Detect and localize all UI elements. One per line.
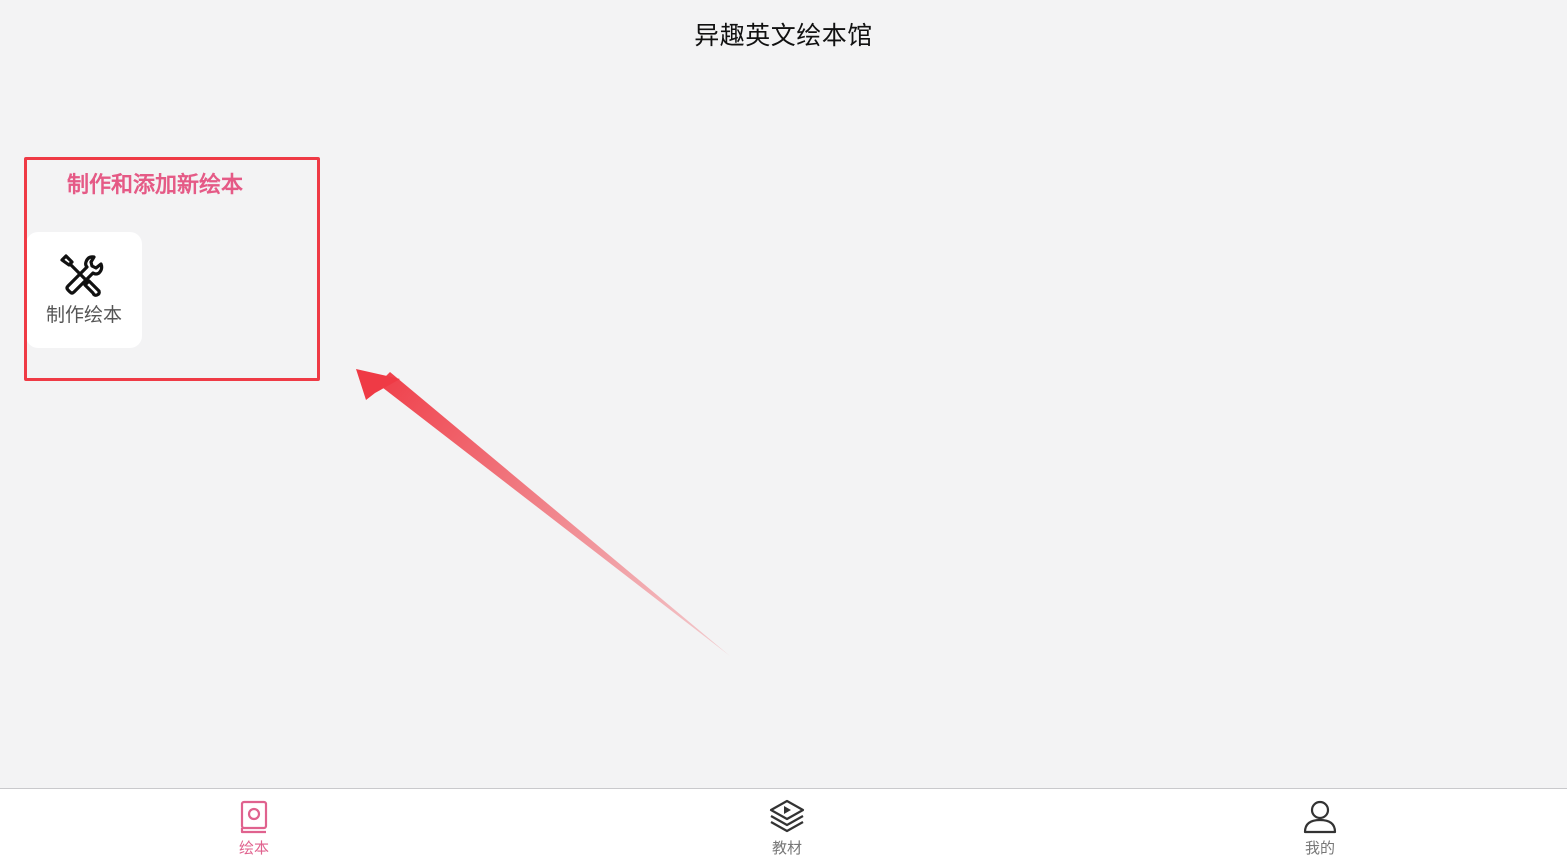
tab-textbooks[interactable]: 教材 <box>717 789 857 862</box>
bottom-tab-bar: 绘本 教材 我的 <box>0 788 1567 862</box>
tab-profile[interactable]: 我的 <box>1250 789 1390 862</box>
user-icon <box>1303 800 1337 834</box>
tab-textbooks-label: 教材 <box>771 839 802 857</box>
app-screen: 异趣英文绘本馆 制作绘本 制作和添加新绘本 绘本 教材 我的 <box>0 0 1567 862</box>
tab-profile-label: 我的 <box>1304 839 1335 857</box>
main-content: 制作绘本 制作和添加新绘本 <box>0 66 1567 788</box>
title-bar: 异趣英文绘本馆 <box>0 0 1567 66</box>
annotation-label: 制作和添加新绘本 <box>67 173 244 198</box>
tab-picture-books[interactable]: 绘本 <box>184 789 324 862</box>
stack-play-icon <box>769 799 805 833</box>
page-title: 异趣英文绘本馆 <box>694 21 873 50</box>
book-icon <box>240 800 268 834</box>
tab-picture-books-label: 绘本 <box>238 839 269 857</box>
